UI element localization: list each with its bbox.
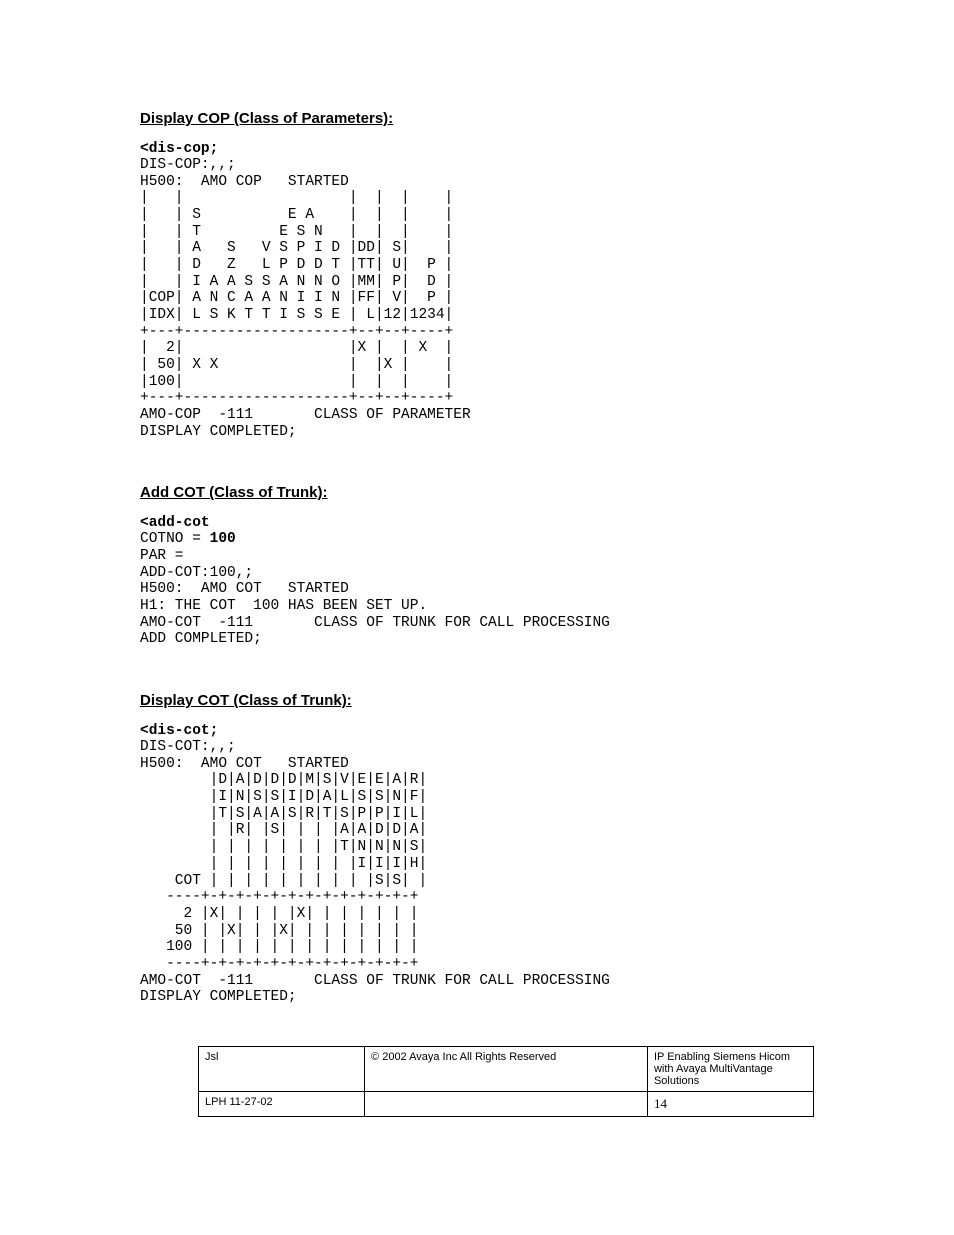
- page-content: Display COP (Class of Parameters): <dis-…: [0, 0, 954, 1046]
- output-add-cot-cotno: COTNO = 100: [140, 531, 814, 548]
- footer-row-1: Jsl © 2002 Avaya Inc All Rights Reserved…: [199, 1046, 814, 1091]
- command-add-cot: <add-cot: [140, 515, 814, 531]
- footer-page-number: 14: [647, 1091, 813, 1116]
- command-dis-cot: <dis-cot;: [140, 723, 814, 739]
- footer-date: LPH 11-27-02: [199, 1091, 365, 1116]
- output-dis-cot: DIS-COT:,,; H500: AMO COT STARTED |D|A|D…: [140, 739, 814, 1006]
- heading-add-cot: Add COT (Class of Trunk):: [140, 484, 814, 501]
- command-dis-cop: <dis-cop;: [140, 141, 814, 157]
- output-add-cot: PAR = ADD-COT:100,; H500: AMO COT STARTE…: [140, 548, 814, 648]
- footer-doc-title: IP Enabling Siemens Hicom with Avaya Mul…: [647, 1046, 813, 1091]
- footer-copyright: © 2002 Avaya Inc All Rights Reserved: [365, 1046, 648, 1091]
- footer-empty: [365, 1091, 648, 1116]
- cotno-label: COTNO =: [140, 531, 210, 547]
- heading-dis-cop: Display COP (Class of Parameters):: [140, 110, 814, 127]
- heading-dis-cot: Display COT (Class of Trunk):: [140, 692, 814, 709]
- cotno-value: 100: [210, 531, 236, 547]
- output-dis-cop: DIS-COP:,,; H500: AMO COP STARTED | | | …: [140, 157, 814, 440]
- footer-row-2: LPH 11-27-02 14: [199, 1091, 814, 1116]
- footer-table: Jsl © 2002 Avaya Inc All Rights Reserved…: [198, 1046, 814, 1117]
- footer-wrapper: Jsl © 2002 Avaya Inc All Rights Reserved…: [0, 1046, 954, 1157]
- footer-author: Jsl: [199, 1046, 365, 1091]
